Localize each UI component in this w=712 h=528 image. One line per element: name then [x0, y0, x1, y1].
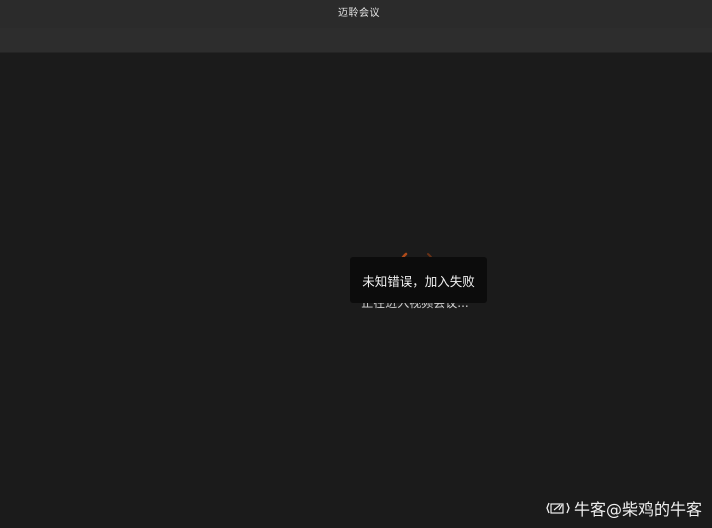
window-title: 迈聆会议 — [338, 8, 380, 19]
watermark: 牛客@柴鸡的牛客 — [546, 496, 702, 520]
newcoder-logo-icon — [546, 502, 570, 514]
error-toast-message: 未知错误，加入失败 — [362, 273, 475, 289]
error-toast: 未知错误，加入失败 — [350, 257, 487, 303]
title-bar[interactable]: 迈聆会议 — [0, 0, 712, 28]
meeting-window: 迈聆会议 正在进入视频会议... 未知错误，加入失败 牛客@柴鸡的牛客 — [0, 0, 712, 528]
watermark-text: 牛客@柴鸡的牛客 — [573, 500, 702, 519]
toolbar — [0, 28, 712, 53]
